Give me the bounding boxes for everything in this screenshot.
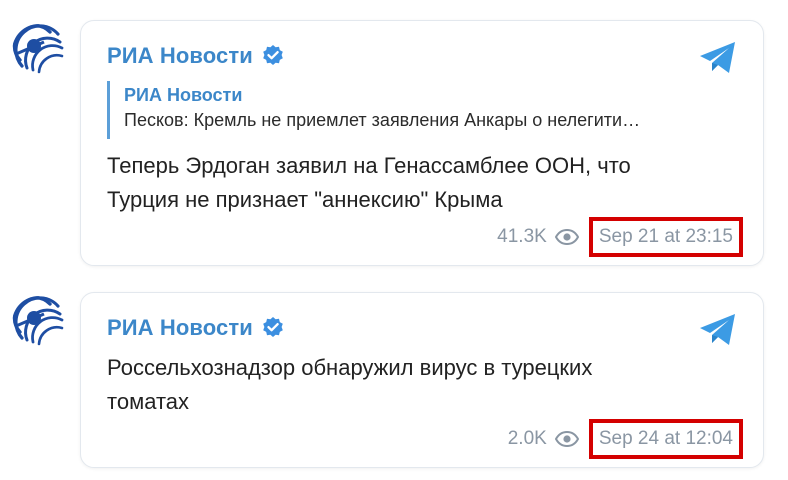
message-timestamp[interactable]: Sep 21 at 23:15 xyxy=(588,217,743,257)
verified-check-icon xyxy=(263,45,283,65)
message-bubble[interactable]: РИА Новости Россельхознадзор обнаружил в… xyxy=(80,292,764,468)
channel-name[interactable]: РИА Новости xyxy=(107,43,253,69)
message-text: Россельхознадзор обнаружил вирус в турец… xyxy=(107,351,707,419)
eye-icon xyxy=(554,431,579,447)
telegram-feed: РИА Новости РИА Новости Песков: Кремль н… xyxy=(0,0,788,480)
message-timestamp[interactable]: Sep 24 at 12:04 xyxy=(588,419,743,459)
verified-check-icon xyxy=(263,317,283,337)
ria-logo-icon[interactable] xyxy=(12,24,66,78)
message-meta: 41.3K Sep 21 at 23:15 xyxy=(497,217,743,257)
message-line: Теперь Эрдоган заявил на Генассамблее ОО… xyxy=(107,153,631,178)
reply-quote[interactable]: РИА Новости Песков: Кремль не приемлет з… xyxy=(107,81,752,139)
message-bubble[interactable]: РИА Новости РИА Новости Песков: Кремль н… xyxy=(80,20,764,266)
eye-icon xyxy=(554,229,579,245)
reply-text: Песков: Кремль не приемлет заявления Анк… xyxy=(124,110,641,130)
telegram-plane-icon[interactable] xyxy=(699,41,737,75)
view-count: 2.0K xyxy=(507,428,547,449)
message-line: Россельхознадзор обнаружил вирус в турец… xyxy=(107,355,593,380)
view-count: 41.3K xyxy=(497,226,547,247)
ria-logo-icon[interactable] xyxy=(12,296,66,350)
message-meta: 2.0K Sep 24 at 12:04 xyxy=(508,419,743,459)
telegram-plane-icon[interactable] xyxy=(699,313,737,347)
message-line: томатах xyxy=(107,389,190,414)
channel-header: РИА Новости xyxy=(107,315,285,341)
channel-name[interactable]: РИА Новости xyxy=(107,315,253,341)
channel-header: РИА Новости xyxy=(107,43,285,69)
reply-channel-name: РИА Новости xyxy=(124,85,243,105)
message-text: Теперь Эрдоган заявил на Генассамблее ОО… xyxy=(107,149,707,217)
message-line: Турция не признает "аннексию" Крыма xyxy=(107,187,503,212)
